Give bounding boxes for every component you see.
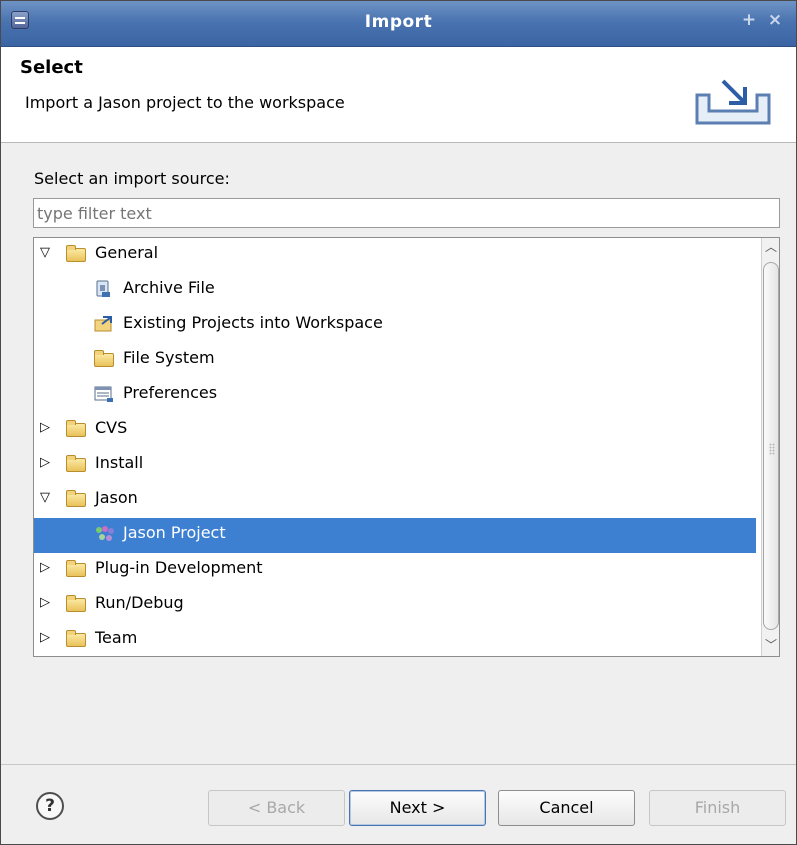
collapsed-twisty-icon[interactable]: ▷ bbox=[40, 456, 54, 470]
back-button[interactable]: < Back bbox=[208, 790, 345, 826]
cancel-button[interactable]: Cancel bbox=[498, 790, 635, 826]
import-dialog: Import + × Select Import a Jason project… bbox=[0, 0, 797, 845]
folder-open-icon bbox=[66, 245, 88, 263]
import-wizard-icon bbox=[695, 79, 771, 125]
page-title: Select bbox=[20, 57, 83, 78]
scroll-up-icon[interactable]: ︿ bbox=[763, 238, 779, 258]
tree-item-run-debug[interactable]: ▷ Run/Debug bbox=[34, 588, 756, 623]
tree-item-team[interactable]: ▷ Team bbox=[34, 623, 756, 656]
page-description: Import a Jason project to the workspace bbox=[25, 93, 345, 112]
tree-item-jason[interactable]: ▽ Jason bbox=[34, 483, 756, 518]
tree-item-plugin-development[interactable]: ▷ Plug-in Development bbox=[34, 553, 756, 588]
existing-projects-icon bbox=[94, 315, 116, 333]
scroll-down-icon[interactable]: ﹀ bbox=[763, 636, 779, 656]
preferences-icon bbox=[94, 385, 116, 403]
tree-item-general[interactable]: ▽ General bbox=[34, 238, 756, 273]
expanded-twisty-icon[interactable]: ▽ bbox=[40, 491, 54, 505]
tree-item-jason-project[interactable]: Jason Project bbox=[34, 518, 756, 553]
wizard-header: Select Import a Jason project to the wor… bbox=[1, 47, 796, 143]
tree-item-cvs[interactable]: ▷ CVS bbox=[34, 413, 756, 448]
file-system-icon bbox=[94, 350, 116, 368]
help-button[interactable]: ? bbox=[36, 792, 64, 820]
import-source-tree[interactable]: ▽ General Archive File Existing Projects… bbox=[33, 237, 780, 657]
wizard-body: Select an import source: ▽ General Archi… bbox=[1, 144, 796, 764]
tree-item-file-system[interactable]: File System bbox=[34, 343, 756, 378]
close-button[interactable]: × bbox=[765, 10, 785, 30]
collapsed-twisty-icon[interactable]: ▷ bbox=[40, 631, 54, 645]
archive-file-icon bbox=[94, 280, 116, 298]
filter-input[interactable] bbox=[33, 198, 780, 228]
folder-open-icon bbox=[66, 490, 88, 508]
folder-icon bbox=[66, 420, 88, 438]
tree-item-archive-file[interactable]: Archive File bbox=[34, 273, 756, 308]
collapsed-twisty-icon[interactable]: ▷ bbox=[40, 596, 54, 610]
button-bar: ? < Back Next > Cancel Finish bbox=[1, 764, 796, 844]
jason-project-icon bbox=[94, 525, 116, 543]
grip-icon bbox=[769, 443, 775, 455]
folder-icon bbox=[66, 560, 88, 578]
import-source-label: Select an import source: bbox=[34, 169, 230, 188]
finish-button[interactable]: Finish bbox=[649, 790, 786, 826]
maximize-button[interactable]: + bbox=[739, 10, 759, 30]
tree-item-install[interactable]: ▷ Install bbox=[34, 448, 756, 483]
collapsed-twisty-icon[interactable]: ▷ bbox=[40, 561, 54, 575]
folder-icon bbox=[66, 455, 88, 473]
tree-item-existing-projects[interactable]: Existing Projects into Workspace bbox=[34, 308, 756, 343]
scrollbar-thumb[interactable] bbox=[763, 262, 779, 630]
window-title: Import bbox=[364, 12, 433, 32]
tree-scrollbar[interactable]: ︿ ﹀ bbox=[761, 238, 779, 656]
title-bar[interactable]: Import + × bbox=[1, 1, 796, 47]
folder-icon bbox=[66, 595, 88, 613]
expanded-twisty-icon[interactable]: ▽ bbox=[40, 246, 54, 260]
next-button[interactable]: Next > bbox=[349, 790, 486, 826]
tree-item-preferences[interactable]: Preferences bbox=[34, 378, 756, 413]
collapsed-twisty-icon[interactable]: ▷ bbox=[40, 421, 54, 435]
folder-icon bbox=[66, 630, 88, 648]
